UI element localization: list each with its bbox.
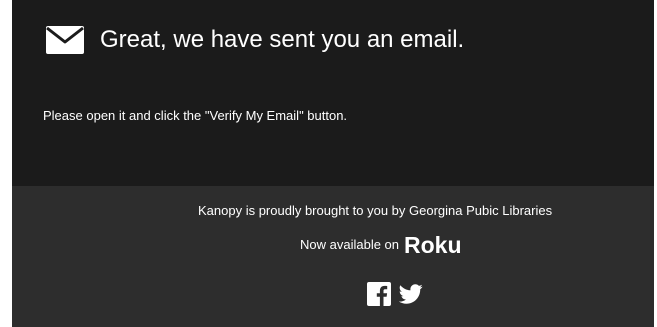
- twitter-link[interactable]: [399, 282, 423, 306]
- confirmation-title: Great, we have sent you an email.: [100, 26, 465, 53]
- footer: Kanopy is proudly brought to you by Geor…: [12, 186, 654, 327]
- availability-line: Now available on Roku: [300, 232, 474, 258]
- twitter-icon: [399, 284, 423, 304]
- verify-instruction: Please open it and click the "Verify My …: [43, 108, 348, 123]
- facebook-icon: [367, 282, 391, 306]
- confirmation-panel: Great, we have sent you an email. Please…: [12, 0, 654, 186]
- roku-logo[interactable]: Roku: [404, 232, 474, 258]
- facebook-link[interactable]: [367, 282, 391, 306]
- svg-text:Roku: Roku: [404, 232, 462, 258]
- confirmation-headline: Great, we have sent you an email.: [46, 20, 464, 60]
- email-verification-page: Great, we have sent you an email. Please…: [12, 0, 654, 327]
- availability-text: Now available on: [300, 237, 400, 252]
- social-links: [367, 282, 431, 306]
- sponsor-text: Kanopy is proudly brought to you by Geor…: [198, 203, 553, 218]
- envelope-icon: [46, 26, 84, 54]
